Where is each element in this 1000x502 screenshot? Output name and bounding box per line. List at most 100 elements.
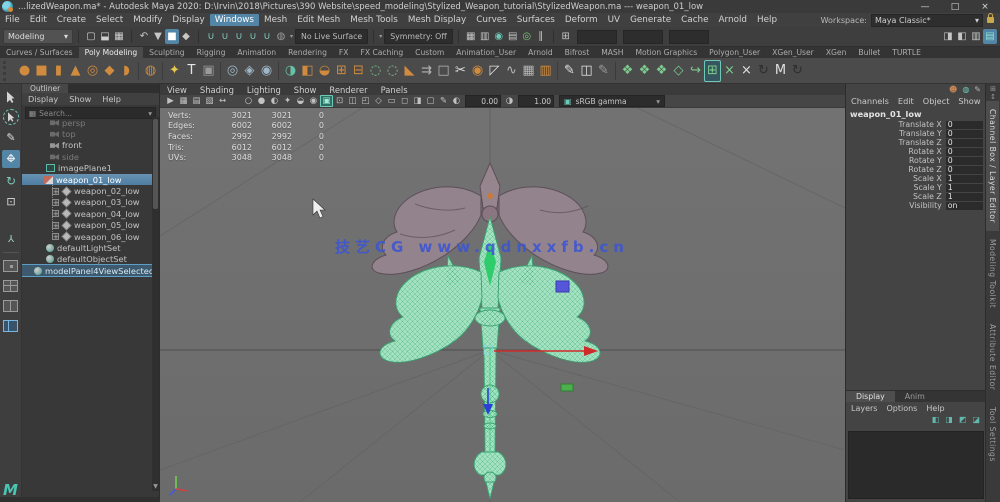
isolate-select-icon[interactable]: ⊡ <box>333 95 346 107</box>
shelf-tab[interactable]: Curves / Surfaces <box>0 47 79 58</box>
expand-icon[interactable]: + <box>52 233 59 241</box>
camera-aim-icon[interactable]: ◎ <box>224 60 241 82</box>
shelf-grip[interactable] <box>3 60 14 81</box>
camera-key-icon[interactable]: ◈ <box>241 60 258 82</box>
outliner-item[interactable]: + weapon_04_low <box>22 208 152 219</box>
channel-box-menu-item[interactable]: Channels <box>851 96 889 106</box>
outliner-item[interactable]: + weapon_05_low <box>22 220 152 231</box>
workspace-dropdown[interactable]: Maya Classic* ▾ <box>871 13 983 27</box>
viewport[interactable]: View Shading Lighting Show Renderer Panels ▶ ▦… <box>160 84 845 502</box>
resolution-gate-icon[interactable]: ◻ <box>398 95 411 107</box>
poly-plane-icon[interactable]: ◆ <box>101 60 118 82</box>
outliner-item[interactable]: + weapon_06_low <box>22 231 152 242</box>
channel-label[interactable]: Rotate Z <box>846 165 946 174</box>
edit-channels-icon[interactable]: ✎ <box>974 85 981 94</box>
outliner-menu-item[interactable]: Help <box>102 94 121 104</box>
layer-menu-item[interactable]: Help <box>926 404 944 413</box>
menu-item[interactable]: Create <box>52 14 91 26</box>
outliner-item[interactable]: + weapon_03_low <box>22 197 152 208</box>
shelf-tab[interactable]: FX <box>333 47 355 58</box>
shelf-icon[interactable] <box>217 60 224 82</box>
shelf-icon[interactable] <box>135 60 142 82</box>
menu-item[interactable]: Deform <box>560 14 603 26</box>
smooth-icon[interactable]: ⇉ <box>418 60 435 82</box>
type-editor-icon[interactable]: ▣ <box>200 60 217 82</box>
select-object-icon[interactable]: ■ <box>165 29 179 44</box>
poly-count-icon[interactable]: ▥ <box>537 60 554 82</box>
scroll-down-icon[interactable]: ▼ <box>152 483 159 491</box>
shelf-tab[interactable]: Polygon_User <box>703 47 766 58</box>
menu-item[interactable]: Select <box>91 14 128 26</box>
gamma-field[interactable]: 1.00 <box>518 95 554 107</box>
channel-label[interactable]: Scale X <box>846 174 946 183</box>
rotate-tool[interactable]: ↻ <box>2 172 20 190</box>
camera-attributes-icon[interactable]: ▦ <box>177 95 190 107</box>
target-weld-icon[interactable]: ↻ <box>755 60 772 82</box>
symmetrize-icon[interactable]: ↻ <box>789 60 806 82</box>
poly-sphere-icon[interactable]: ● <box>16 60 33 82</box>
channel-label[interactable]: Translate X <box>846 120 946 129</box>
expand-icon[interactable]: + <box>52 187 59 195</box>
layer-empty-icon[interactable]: ◧ <box>932 415 940 424</box>
extract-icon[interactable]: ◒ <box>316 60 333 82</box>
shelf-tab[interactable]: Custom <box>409 47 450 58</box>
sidebar-modeling-toolkit-icon[interactable]: ▤ <box>983 29 997 44</box>
poly-cylinder-icon[interactable]: ▮ <box>50 60 67 82</box>
poly-type-icon[interactable]: T <box>183 60 200 82</box>
layout-outliner-persp-button[interactable] <box>3 320 18 332</box>
boolean-difference-icon[interactable]: ⊟ <box>350 60 367 82</box>
sidebar-attribute-editor-icon[interactable]: ◨ <box>941 29 955 44</box>
menu-item[interactable]: Windows <box>209 14 260 26</box>
expand-icon[interactable]: + <box>52 198 59 206</box>
mirror-icon[interactable]: M <box>772 60 789 82</box>
channel-value[interactable]: 0 <box>945 156 983 165</box>
separate-icon[interactable]: ◧ <box>299 60 316 82</box>
outliner-menu-item[interactable]: Display <box>28 94 58 104</box>
viewport-menu-item[interactable]: Panels <box>381 85 408 95</box>
move-tool[interactable]: ↔ ↕ <box>2 150 20 168</box>
bevel-icon[interactable]: ◣ <box>401 60 418 82</box>
layer-editor-tab[interactable]: Anim <box>895 391 935 402</box>
outliner-item[interactable]: imagePlane1 <box>22 163 152 174</box>
motion-trail-icon[interactable]: ◉ <box>258 60 275 82</box>
save-scene-icon[interactable]: ▦ <box>112 29 126 44</box>
channel-value[interactable]: 1 <box>945 183 983 192</box>
edge-loop-icon[interactable]: ↪ <box>687 60 704 82</box>
quad-draw-icon[interactable]: ❖ <box>619 60 636 82</box>
quick-input-icon[interactable]: ⊞ <box>559 29 573 44</box>
shelf-tab[interactable]: Animation <box>231 47 282 58</box>
ipr-render-icon[interactable]: ▥ <box>478 29 492 44</box>
sidebar-tool-settings-icon[interactable]: ◧ <box>955 29 969 44</box>
viewport-menu-item[interactable]: View <box>167 85 187 95</box>
menu-item[interactable]: File <box>0 14 25 26</box>
shelf-tab[interactable]: Motion Graphics <box>629 47 703 58</box>
sidebar-pin-icon[interactable]: ⊞ ↕ <box>986 84 1000 101</box>
lasso-tool[interactable] <box>2 108 20 126</box>
snap-projected-center-icon[interactable]: ∪ <box>246 29 260 44</box>
shelf-tab[interactable]: XGen_User <box>766 47 820 58</box>
menu-item[interactable]: Mesh <box>259 14 292 26</box>
bridge-icon[interactable]: ◌ <box>367 60 384 82</box>
shelf-tab[interactable]: Rigging <box>191 47 232 58</box>
lock-icon[interactable] <box>987 13 994 23</box>
channel-label[interactable]: Translate Z <box>846 138 946 147</box>
green-cube-icon[interactable]: ◇ <box>670 60 687 82</box>
outliner-menu-item[interactable]: Show <box>69 94 91 104</box>
channel-value[interactable]: 0 <box>945 147 983 156</box>
coordinate-field-z[interactable] <box>668 29 709 44</box>
launch-render-view-icon[interactable]: ◎ <box>520 29 534 44</box>
character-set-icon[interactable]: ☻ <box>949 85 957 94</box>
display-layers-icon[interactable]: ▤ <box>506 29 520 44</box>
exposure-field[interactable]: 0.00 <box>465 95 501 107</box>
edit-curve-icon[interactable]: ◫ <box>578 60 595 82</box>
layer-new-icon[interactable]: ◩ <box>959 415 967 424</box>
channel-label[interactable]: Rotate X <box>846 147 946 156</box>
shelf-icon[interactable] <box>275 60 282 82</box>
poly-cone-icon[interactable]: ▲ <box>67 60 84 82</box>
layout-two-pane-button[interactable] <box>3 300 18 312</box>
pan-zoom-icon[interactable]: ↔ <box>216 95 229 107</box>
poly-disc-icon[interactable]: ◗ <box>118 60 135 82</box>
select-tool[interactable] <box>2 88 20 106</box>
scrollbar-thumb[interactable] <box>153 119 158 209</box>
layer-menu-item[interactable]: Options <box>886 404 917 413</box>
